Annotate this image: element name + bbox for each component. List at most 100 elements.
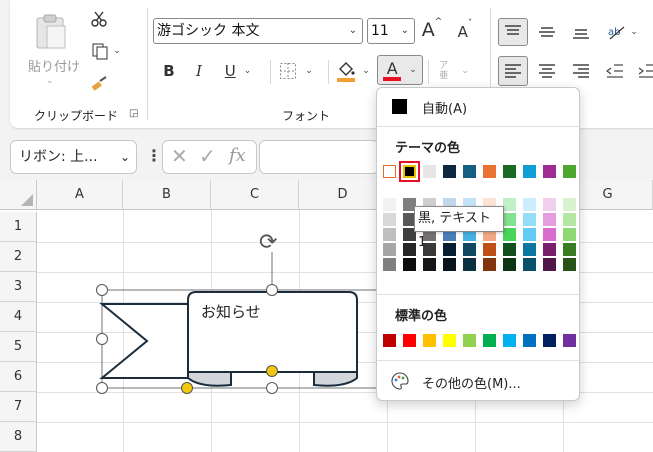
copy-button[interactable]: ⌄ <box>86 40 126 62</box>
align-right-button[interactable] <box>566 56 596 86</box>
theme-shade-swatch[interactable] <box>383 198 396 211</box>
theme-shade-swatch[interactable] <box>483 258 496 271</box>
paste-button[interactable]: 貼り付け ⌄ <box>24 10 80 90</box>
dialog-launcher-icon[interactable]: ◲ <box>129 108 138 119</box>
theme-shade-swatch[interactable] <box>523 198 536 211</box>
more-colors-item[interactable]: その他の色(M)... <box>385 370 571 394</box>
theme-shade-swatch[interactable] <box>563 243 576 256</box>
adjust-handle[interactable] <box>181 382 193 394</box>
adjust-handle[interactable] <box>266 365 278 377</box>
orientation-button[interactable]: ab ⌄ <box>600 18 644 46</box>
format-painter-button[interactable] <box>88 74 110 96</box>
standard-color-swatch[interactable] <box>543 334 556 347</box>
phonetic-button[interactable]: ア亜 ⌄ <box>432 58 476 84</box>
theme-shade-swatch[interactable] <box>563 258 576 271</box>
name-box[interactable]: リボン: 上... ⌄ <box>10 140 137 174</box>
theme-shade-swatch[interactable] <box>383 228 396 241</box>
align-left-button[interactable] <box>498 56 528 86</box>
standard-color-swatch[interactable] <box>403 334 416 347</box>
theme-shade-swatch[interactable] <box>543 258 556 271</box>
italic-button[interactable]: I <box>188 58 210 84</box>
theme-color-swatch[interactable] <box>423 165 436 178</box>
cancel-icon[interactable]: ✕ <box>171 144 188 168</box>
row-header[interactable]: 1 <box>0 212 37 242</box>
align-center-button[interactable] <box>532 56 562 86</box>
theme-color-swatch[interactable] <box>383 165 396 178</box>
theme-shade-swatch[interactable] <box>483 243 496 256</box>
row-header[interactable]: 2 <box>0 242 37 272</box>
theme-shade-swatch[interactable] <box>503 213 516 226</box>
theme-shade-swatch[interactable] <box>523 258 536 271</box>
standard-color-swatch[interactable] <box>523 334 536 347</box>
theme-shade-swatch[interactable] <box>443 243 456 256</box>
standard-color-swatch[interactable] <box>503 334 516 347</box>
theme-shade-swatch[interactable] <box>563 228 576 241</box>
resize-handle[interactable] <box>96 382 108 394</box>
resize-handle[interactable] <box>96 333 108 345</box>
more-options-icon[interactable]: ⋮ <box>146 146 162 165</box>
theme-shade-swatch[interactable] <box>523 228 536 241</box>
theme-shade-swatch[interactable] <box>423 258 436 271</box>
row-header[interactable]: 5 <box>0 332 37 362</box>
check-icon[interactable]: ✓ <box>199 144 216 168</box>
theme-shade-swatch[interactable] <box>543 198 556 211</box>
theme-color-swatch[interactable] <box>483 165 496 178</box>
theme-color-swatch[interactable] <box>503 165 516 178</box>
formula-input[interactable] <box>259 140 379 174</box>
column-header[interactable]: D <box>299 180 387 210</box>
underline-button[interactable]: U ⌄ <box>218 58 258 84</box>
resize-handle[interactable] <box>266 382 278 394</box>
align-top-button[interactable] <box>498 18 528 46</box>
standard-color-swatch[interactable] <box>563 334 576 347</box>
row-header[interactable]: 7 <box>0 392 37 422</box>
automatic-color-item[interactable]: 自動(A) <box>385 96 571 120</box>
theme-color-swatch[interactable] <box>563 165 576 178</box>
resize-handle[interactable] <box>96 284 108 296</box>
decrease-indent-button[interactable] <box>600 56 630 86</box>
row-header[interactable]: 3 <box>0 272 37 302</box>
theme-color-swatch[interactable] <box>463 165 476 178</box>
borders-button[interactable]: ⌄ <box>274 58 318 84</box>
grow-font-button[interactable]: A ^ <box>420 16 444 44</box>
theme-shade-swatch[interactable] <box>383 243 396 256</box>
theme-color-swatch[interactable] <box>443 165 456 178</box>
rotate-handle-icon[interactable]: ⟳ <box>259 232 277 254</box>
align-bottom-button[interactable] <box>566 18 596 46</box>
theme-color-swatch[interactable] <box>523 165 536 178</box>
theme-shade-swatch[interactable] <box>543 243 556 256</box>
resize-handle[interactable] <box>266 284 278 296</box>
fill-color-button[interactable]: ⌄ <box>331 58 375 84</box>
column-header[interactable]: A <box>37 180 123 210</box>
align-middle-button[interactable] <box>532 18 562 46</box>
standard-color-swatch[interactable] <box>443 334 456 347</box>
theme-shade-swatch[interactable] <box>563 213 576 226</box>
standard-color-swatch[interactable] <box>483 334 496 347</box>
row-header[interactable]: 8 <box>0 422 37 452</box>
theme-shade-swatch[interactable] <box>463 258 476 271</box>
row-header[interactable]: 6 <box>0 362 37 392</box>
theme-shade-swatch[interactable] <box>523 243 536 256</box>
theme-shade-swatch[interactable] <box>383 258 396 271</box>
standard-color-swatch[interactable] <box>463 334 476 347</box>
cut-button[interactable] <box>88 8 110 30</box>
theme-shade-swatch[interactable] <box>403 258 416 271</box>
theme-shade-swatch[interactable] <box>503 243 516 256</box>
theme-shade-swatch[interactable] <box>403 243 416 256</box>
theme-shade-swatch[interactable] <box>563 198 576 211</box>
theme-shade-swatch[interactable] <box>503 258 516 271</box>
font-name-combo[interactable]: 游ゴシック 本文 ⌄ <box>153 18 363 44</box>
theme-color-swatch[interactable] <box>543 165 556 178</box>
select-all-corner[interactable] <box>0 180 37 210</box>
theme-shade-swatch[interactable] <box>463 243 476 256</box>
theme-shade-swatch[interactable] <box>383 213 396 226</box>
theme-shade-swatch[interactable] <box>543 213 556 226</box>
theme-shade-swatch[interactable] <box>503 198 516 211</box>
row-header[interactable]: 4 <box>0 302 37 332</box>
standard-color-swatch[interactable] <box>423 334 436 347</box>
font-size-combo[interactable]: 11 ⌄ <box>367 18 415 44</box>
shape-text[interactable]: お知らせ <box>201 301 261 322</box>
column-header[interactable]: C <box>211 180 299 210</box>
column-header[interactable]: B <box>123 180 211 210</box>
theme-shade-swatch[interactable] <box>443 258 456 271</box>
shrink-font-button[interactable]: Aˇ <box>453 18 477 46</box>
